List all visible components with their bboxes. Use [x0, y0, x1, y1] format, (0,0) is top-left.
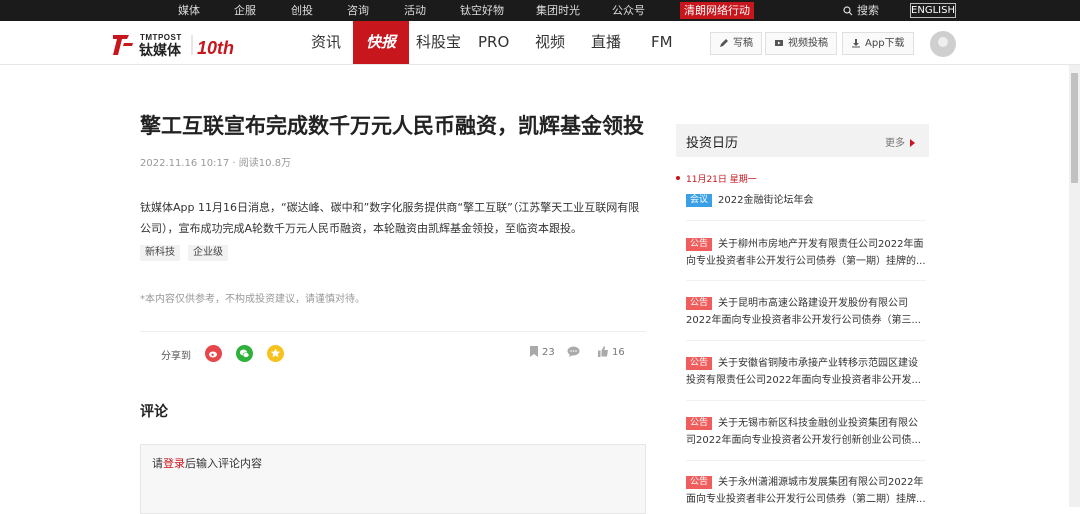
thumbs-up-icon [598, 346, 608, 357]
nav-pro[interactable]: PRO [478, 21, 509, 64]
calendar-item[interactable]: 会议 2022金融街论坛年会 [686, 192, 926, 209]
calendar-item-badge: 公告 [686, 357, 713, 370]
divider [686, 340, 926, 341]
article-title: 擎工互联宣布完成数千万元人民币融资，凯辉基金领投 [140, 114, 644, 138]
main-header: TMTPOST 钛媒体 10th 资讯 快报 科股宝 PRO 视频 直播 FM … [0, 21, 1080, 65]
topbar-link-group-time[interactable]: 集团时光 [536, 0, 580, 21]
calendar-item[interactable]: 公告 关于永州潇湘源城市发展集团有限公司2022年面向专业投资者非公开发行公司债券… [686, 474, 926, 508]
english-button[interactable]: ENGLISH [910, 3, 956, 18]
top-bar: 媒体 企服 创投 咨询 活动 钛空好物 集团时光 公众号 清朗网络行动 搜索 E… [0, 0, 1080, 21]
topbar-link-consulting[interactable]: 咨询 [347, 0, 369, 21]
comment-prompt-suffix: 后输入评论内容 [185, 457, 262, 470]
article-meta: 2022.11.16 10:17 · 阅读10.8万 [140, 158, 292, 169]
nav-fm[interactable]: FM [651, 21, 673, 64]
video-submit-label: 视频投稿 [788, 38, 828, 49]
nav-live[interactable]: 直播 [591, 21, 621, 64]
logo-cn-text: 钛媒体 [139, 42, 182, 59]
calendar-item-badge: 会议 [686, 194, 713, 207]
video-submit-button[interactable]: 视频投稿 [765, 32, 837, 55]
write-label: 写稿 [733, 38, 753, 49]
calendar-item-badge: 公告 [686, 297, 713, 310]
app-download-label: App下载 [865, 38, 905, 49]
divider [686, 400, 926, 401]
topbar-link-campaign[interactable]: 清朗网络行动 [680, 2, 754, 19]
scrollbar-thumb[interactable] [1071, 73, 1078, 183]
divider [686, 280, 926, 281]
site-logo[interactable]: TMTPOST 钛媒体 10th [112, 29, 242, 59]
comment-prompt-prefix: 请 [152, 457, 163, 470]
calendar-item-text: 2022金融街论坛年会 [718, 195, 814, 206]
bookmark-count: 23 [542, 347, 555, 358]
comment-button[interactable] [567, 346, 583, 358]
calendar-item-badge: 公告 [686, 417, 713, 430]
like-count: 16 [612, 347, 625, 358]
comment-input[interactable]: 请登录后输入评论内容 [140, 444, 646, 514]
calendar-date: 11月21日 星期一 [676, 172, 757, 185]
app-download-button[interactable]: App下载 [842, 32, 914, 55]
page-scrollbar[interactable] [1069, 65, 1080, 507]
qzone-share-icon[interactable] [267, 345, 284, 362]
topbar-link-media[interactable]: 媒体 [178, 0, 200, 21]
calendar-item[interactable]: 公告 关于柳州市房地产开发有限责任公司2022年面向专业投资者非公开发行公司债券（… [686, 236, 926, 270]
calendar-item-text: 关于无锡市新区科技金融创业投资集团有限公司2022年面向专业投资者公开发行创新创… [686, 418, 921, 446]
tag-enterprise[interactable]: 企业级 [188, 245, 228, 261]
article-body: 钛媒体App 11月16日消息，“碳达峰、碳中和”数字化服务提供商“擎工互联”（… [140, 201, 640, 235]
topbar-link-events[interactable]: 活动 [404, 0, 426, 21]
like-button[interactable]: 16 [598, 346, 625, 358]
calendar-item-text: 关于昆明市高速公路建设开发股份有限公司2022年面向专业投资者非公开发行公司债券… [686, 298, 921, 326]
logo-anniversary-text: 10th [197, 38, 234, 58]
calendar-item[interactable]: 公告 关于安徽省铜陵市承接产业转移示范园区建设投资有限责任公司2022年面向专业投… [686, 355, 926, 389]
search-icon [843, 6, 853, 16]
weibo-share-icon[interactable] [205, 345, 222, 362]
calendar-date-label: 11月21日 星期一 [686, 175, 757, 185]
topbar-link-venture[interactable]: 创投 [291, 0, 313, 21]
calendar-item-badge: 公告 [686, 238, 713, 251]
comments-heading: 评论 [140, 404, 168, 420]
nav-news[interactable]: 资讯 [311, 21, 341, 64]
topbar-link-enterprise[interactable]: 企服 [234, 0, 256, 21]
comment-icon [567, 346, 580, 357]
tag-new-tech[interactable]: 新科技 [140, 245, 180, 261]
nav-flash[interactable]: 快报 [353, 21, 409, 64]
wechat-share-icon[interactable] [236, 345, 253, 362]
login-link[interactable]: 登录 [163, 457, 185, 470]
divider [686, 460, 926, 461]
divider [140, 331, 646, 332]
logo-en-text: TMTPOST [140, 33, 182, 42]
calendar-more-link[interactable]: 更多 [885, 134, 915, 149]
share-label: 分享到 [161, 351, 191, 362]
red-dot-icon [676, 176, 680, 180]
video-icon [775, 40, 783, 46]
calendar-title: 投资日历 [686, 136, 739, 151]
write-button[interactable]: 写稿 [710, 32, 762, 55]
calendar-item[interactable]: 公告 关于无锡市新区科技金融创业投资集团有限公司2022年面向专业投资者公开发行创… [686, 415, 926, 449]
bookmark-icon [530, 346, 538, 357]
download-icon [852, 39, 860, 48]
calendar-item[interactable]: 公告 关于昆明市高速公路建设开发股份有限公司2022年面向专业投资者非公开发行公司… [686, 295, 926, 329]
user-avatar[interactable] [930, 31, 956, 57]
search-button[interactable]: 搜索 [843, 0, 879, 21]
bookmark-button[interactable]: 23 [529, 346, 555, 358]
search-label: 搜索 [857, 4, 879, 17]
investment-calendar-header: 投资日历 更多 [676, 124, 929, 157]
calendar-item-text: 关于柳州市房地产开发有限责任公司2022年面向专业投资者非公开发行公司债券（第一… [686, 239, 926, 267]
disclaimer: *本内容仅供参考，不构成投资建议，请谨慎对待。 [140, 294, 365, 305]
nav-video[interactable]: 视频 [535, 21, 565, 64]
calendar-item-text: 关于安徽省铜陵市承接产业转移示范园区建设投资有限责任公司2022年面向专业投资者… [686, 358, 921, 386]
nav-stock[interactable]: 科股宝 [416, 21, 461, 64]
calendar-item-text: 关于永州潇湘源城市发展集团有限公司2022年面向专业投资者非公开发行公司债券（第… [686, 477, 926, 505]
topbar-link-goods[interactable]: 钛空好物 [460, 0, 504, 21]
divider [686, 220, 926, 221]
topbar-link-official-account[interactable]: 公众号 [612, 0, 645, 21]
pencil-icon [720, 39, 728, 47]
calendar-item-badge: 公告 [686, 476, 713, 489]
